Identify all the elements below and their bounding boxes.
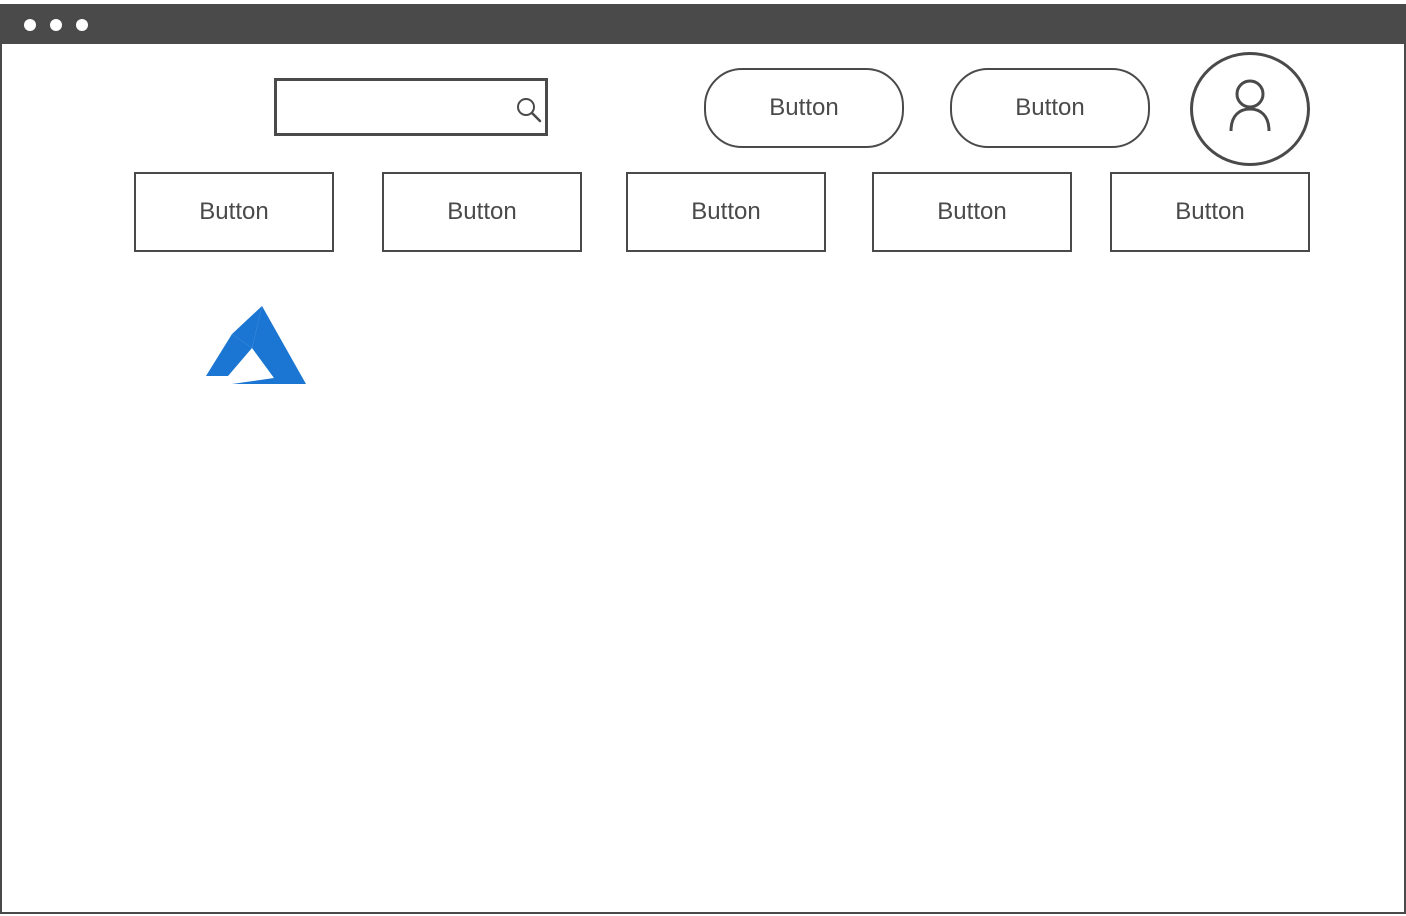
window-control-dot[interactable] [50,19,62,31]
azure-logo-icon [206,306,306,384]
search-icon[interactable] [515,96,543,124]
window-control-dot[interactable] [24,19,36,31]
header-button-1[interactable]: Button [704,68,904,148]
user-avatar-button[interactable] [1190,52,1310,166]
window-control-dot[interactable] [76,19,88,31]
user-icon [1229,79,1271,132]
nav-button-4[interactable]: Button [872,172,1072,252]
search-box[interactable] [274,78,548,136]
nav-button-2[interactable]: Button [382,172,582,252]
nav-button-5[interactable]: Button [1110,172,1310,252]
browser-window [0,4,1406,914]
nav-button-1[interactable]: Button [134,172,334,252]
nav-button-3[interactable]: Button [626,172,826,252]
window-titlebar [0,4,1406,44]
search-input[interactable] [283,87,503,127]
header-button-2[interactable]: Button [950,68,1150,148]
